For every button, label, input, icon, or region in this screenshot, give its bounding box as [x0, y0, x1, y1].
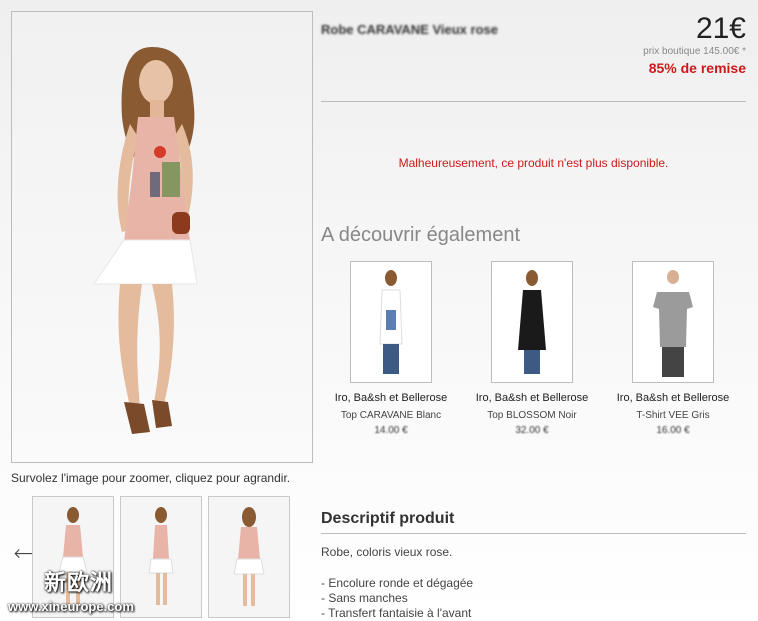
main-product-image[interactable] — [11, 11, 313, 463]
recommended-item-image[interactable] — [350, 261, 432, 383]
grey-tshirt-illustration — [653, 270, 693, 377]
thumbnail-back-image — [233, 507, 265, 606]
recommended-brand[interactable]: Iro, Ba&sh et Bellerose — [467, 392, 597, 404]
description-text: Robe, coloris vieux rose. — [321, 545, 453, 559]
recommended-item[interactable]: Iro, Ba&sh et Bellerose Top CARAVANE Bla… — [326, 261, 456, 436]
recommended-name[interactable]: Top BLOSSOM Noir — [467, 410, 597, 421]
recommended-item[interactable]: Iro, Ba&sh et Bellerose T-Shirt VEE Gris… — [608, 261, 738, 436]
zoom-hint-text: Survolez l'image pour zoomer, cliquez po… — [11, 471, 291, 485]
recommended-name[interactable]: T-Shirt VEE Gris — [608, 410, 738, 421]
thumbnail-back[interactable] — [208, 496, 290, 618]
watermark-url-text: www.xineurope.com — [8, 599, 134, 614]
discover-section-title: A découvrir également — [321, 224, 521, 246]
description-bullets: - Encolure ronde et dégagée - Sans manch… — [321, 576, 473, 621]
recommended-brand[interactable]: Iro, Ba&sh et Bellerose — [326, 392, 456, 404]
recommended-brand[interactable]: Iro, Ba&sh et Bellerose — [608, 392, 738, 404]
recommended-price: 14.00 € — [374, 425, 408, 436]
recommended-item[interactable]: Iro, Ba&sh et Bellerose Top BLOSSOM Noir… — [467, 261, 597, 436]
unavailable-message: Malheureusement, ce produit n'est plus d… — [398, 156, 669, 170]
description-bullet: - Transfert fantaisie à l'avant — [321, 606, 472, 620]
recommended-name[interactable]: Top CARAVANE Blanc — [326, 410, 456, 421]
recommended-price: 16.00 € — [656, 425, 690, 436]
recommended-item-image[interactable] — [491, 261, 573, 383]
shop-price: prix boutique 145.00€ * — [643, 46, 746, 57]
description-bullet: - Sans manches — [321, 591, 408, 605]
black-top-illustration — [518, 270, 546, 374]
product-price: 21€ — [695, 12, 746, 45]
recommended-price: 32.00 € — [515, 425, 549, 436]
description-bullet: - Encolure ronde et dégagée — [321, 576, 474, 590]
watermark-chinese-text: 新欧洲 — [44, 570, 114, 595]
header-divider — [321, 101, 746, 102]
product-title: Robe CARAVANE Vieux rose — [321, 22, 498, 37]
model-dress-illustration — [93, 47, 198, 434]
description-title: Descriptif produit — [321, 510, 455, 527]
description-divider — [321, 533, 746, 534]
discount-badge: 85% de remise — [648, 60, 746, 76]
watermark: 新欧洲 www.xineurope.com — [8, 565, 148, 614]
recommended-item-image[interactable] — [632, 261, 714, 383]
white-top-illustration — [379, 270, 403, 374]
